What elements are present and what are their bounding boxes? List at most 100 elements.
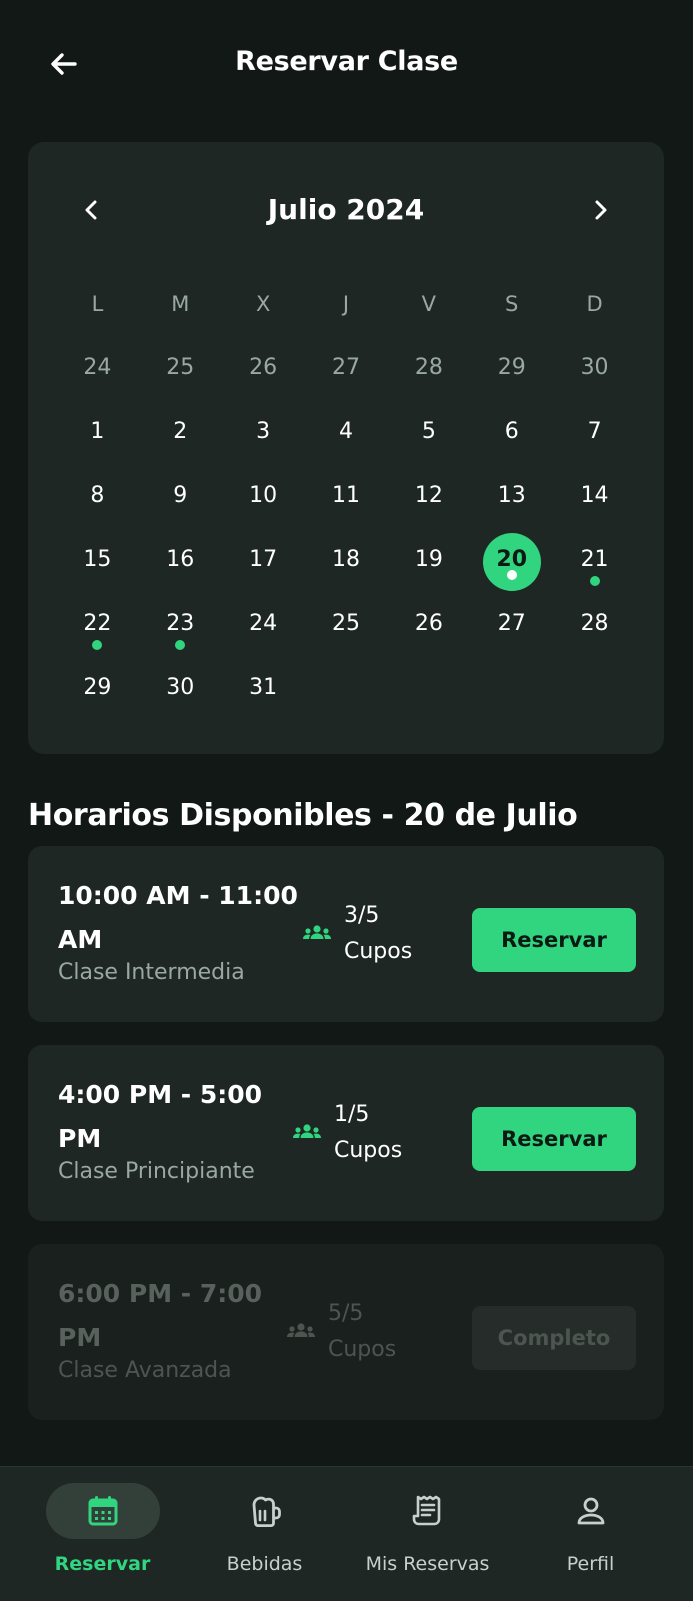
calendar-week-row: 15 16 17 18 19 20 21 xyxy=(56,528,636,592)
calendar-day[interactable]: 24 xyxy=(222,592,305,656)
day-number: 3 xyxy=(256,419,271,444)
time-slot-card: 6:00 PM - 7:00 PM Clase Avanzada 5/5 Cup… xyxy=(28,1244,664,1420)
calendar-day[interactable]: 18 xyxy=(305,528,388,592)
reserve-button[interactable]: Reservar xyxy=(472,1107,636,1171)
slot-level: Clase Intermedia xyxy=(58,960,245,985)
calendar-day[interactable]: 12 xyxy=(387,464,470,528)
day-number: 5 xyxy=(421,419,436,444)
calendar-day: 28 xyxy=(387,336,470,400)
calendar-day[interactable]: 28 xyxy=(553,592,636,656)
day-number: 10 xyxy=(249,483,278,508)
section-title: Horarios Disponibles - 20 de Julio xyxy=(28,798,578,833)
nav-label: Bebidas xyxy=(226,1553,303,1575)
calendar-day: 29 xyxy=(470,336,553,400)
calendar-week-row: 1 2 3 4 5 6 7 xyxy=(56,400,636,464)
calendar-day[interactable]: 26 xyxy=(387,592,470,656)
calendar-day: 26 xyxy=(222,336,305,400)
day-number: 16 xyxy=(166,547,195,572)
calendar-day[interactable]: 1 xyxy=(56,400,139,464)
day-number: 27 xyxy=(497,611,526,636)
calendar-week-row: 24 25 26 27 28 29 30 xyxy=(56,336,636,400)
availability-dot xyxy=(589,576,600,586)
calendar-day[interactable]: 5 xyxy=(387,400,470,464)
slot-level: Clase Avanzada xyxy=(58,1358,232,1383)
full-button: Completo xyxy=(472,1306,636,1370)
calendar-day[interactable]: 4 xyxy=(305,400,388,464)
calendar-day[interactable]: 22 xyxy=(56,592,139,656)
nav-reservar[interactable]: Reservar xyxy=(16,1467,189,1601)
day-number: 12 xyxy=(414,483,443,508)
calendar-day[interactable]: 9 xyxy=(139,464,222,528)
chevron-right-icon xyxy=(595,200,607,220)
day-number: 25 xyxy=(331,611,360,636)
nav-bebidas[interactable]: Bebidas xyxy=(178,1467,351,1601)
day-number: 15 xyxy=(83,547,112,572)
calendar-card: Julio 2024 L M X J V S D 24 25 26 27 28 29 30 1… xyxy=(28,142,664,754)
calendar-day[interactable]: 2 xyxy=(139,400,222,464)
calendar-day[interactable]: 15 xyxy=(56,528,139,592)
weekday-header-row: L M X J V S D xyxy=(56,272,636,336)
time-slot-card: 10:00 AM - 11:00 AM Clase Intermedia 3/5… xyxy=(28,846,664,1022)
day-number: 8 xyxy=(90,483,105,508)
day-number: 21 xyxy=(580,547,609,572)
calendar-week-row: 22 23 24 25 26 27 28 xyxy=(56,592,636,656)
app-header: Reservar Clase xyxy=(0,0,693,130)
group-icon xyxy=(287,1323,315,1337)
nav-label: Perfil xyxy=(566,1553,615,1575)
calendar-day[interactable]: 7 xyxy=(553,400,636,464)
day-number: 25 xyxy=(166,355,195,380)
calendar-weeks: 24 25 26 27 28 29 30 1 2 3 4 5 6 7 8 9 10 11 12 13 14 15 16 17 1… xyxy=(56,336,636,720)
day-number: 13 xyxy=(497,483,526,508)
calendar-day[interactable]: 27 xyxy=(470,592,553,656)
availability-dot xyxy=(92,640,103,650)
slot-time: 4:00 PM - 5:00 PM xyxy=(58,1080,263,1153)
nav-mis-reservas[interactable]: Mis Reservas xyxy=(341,1467,514,1601)
calendar-day[interactable]: 25 xyxy=(305,592,388,656)
calendar-day[interactable]: 10 xyxy=(222,464,305,528)
weekday-label: L xyxy=(91,292,104,316)
day-number: 31 xyxy=(249,675,278,700)
next-month-button[interactable] xyxy=(580,190,620,230)
calendar-day[interactable]: 19 xyxy=(387,528,470,592)
day-number: 27 xyxy=(331,355,360,380)
calendar-day[interactable]: 3 xyxy=(222,400,305,464)
calendar-day[interactable]: 30 xyxy=(139,656,222,720)
day-number: 30 xyxy=(580,355,609,380)
slot-capacity: 3/5 Cupos xyxy=(302,898,424,970)
reserve-button[interactable]: Reservar xyxy=(472,908,636,972)
nav-perfil[interactable]: Perfil xyxy=(504,1467,677,1601)
slot-capacity-text: 1/5 Cupos xyxy=(334,1102,403,1163)
calendar-day[interactable]: 11 xyxy=(305,464,388,528)
calendar-week-row: 29 30 31 xyxy=(56,656,636,720)
day-number: 23 xyxy=(166,611,195,636)
calendar-day[interactable]: 31 xyxy=(222,656,305,720)
calendar-day: 27 xyxy=(305,336,388,400)
calendar-day[interactable]: 23 xyxy=(139,592,222,656)
calendar-day[interactable]: 17 xyxy=(222,528,305,592)
bottom-navigation: Reservar Bebidas Mis Reservas Perfil xyxy=(0,1466,693,1601)
day-number: 1 xyxy=(90,419,105,444)
weekday-label: M xyxy=(171,292,190,316)
calendar-day: 30 xyxy=(553,336,636,400)
month-label: Julio 2024 xyxy=(267,193,425,226)
calendar-day-selected[interactable]: 20 xyxy=(470,528,553,592)
day-number: 28 xyxy=(580,611,609,636)
weekday-label: S xyxy=(505,292,519,316)
day-number: 19 xyxy=(414,547,443,572)
slot-capacity-text: 3/5 Cupos xyxy=(344,903,413,964)
beer-mug-icon xyxy=(252,1496,281,1527)
calendar-day[interactable]: 6 xyxy=(470,400,553,464)
calendar-day[interactable]: 29 xyxy=(56,656,139,720)
availability-dot xyxy=(506,570,517,580)
day-number: 24 xyxy=(83,355,112,380)
calendar-day[interactable]: 21 xyxy=(553,528,636,592)
slot-time: 6:00 PM - 7:00 PM xyxy=(58,1279,263,1352)
nav-label: Reservar xyxy=(54,1553,151,1575)
day-number: 6 xyxy=(504,419,519,444)
nav-label: Mis Reservas xyxy=(365,1553,490,1575)
calendar-day[interactable]: 14 xyxy=(553,464,636,528)
calendar-day[interactable]: 13 xyxy=(470,464,553,528)
calendar-day[interactable]: 8 xyxy=(56,464,139,528)
calendar-day[interactable]: 16 xyxy=(139,528,222,592)
slot-capacity-text: 5/5 Cupos xyxy=(328,1301,397,1362)
